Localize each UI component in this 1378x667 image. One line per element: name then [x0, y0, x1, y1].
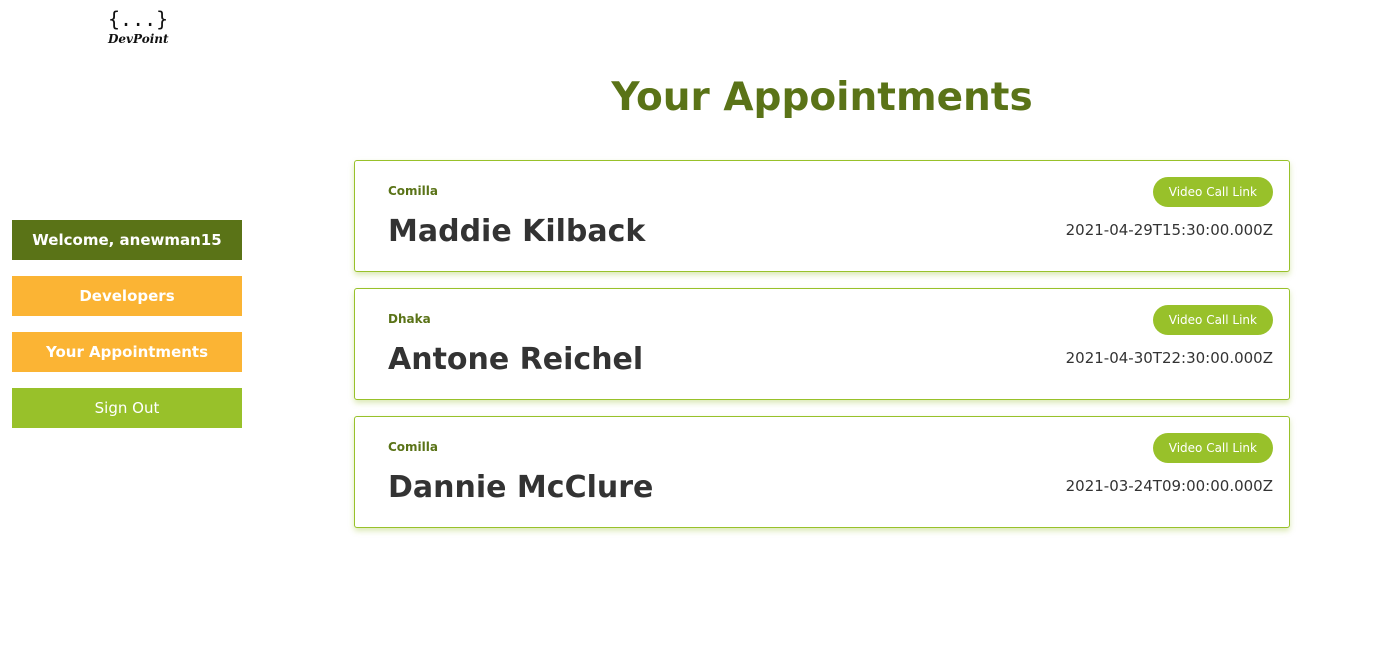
appointment-card: Comilla Maddie Kilback Video Call Link 2…	[354, 160, 1290, 272]
your-appointments-button[interactable]: Your Appointments	[12, 332, 242, 372]
appointments-list: Comilla Maddie Kilback Video Call Link 2…	[354, 160, 1290, 544]
sidebar: Welcome, anewman15 Developers Your Appoi…	[12, 220, 242, 444]
appointment-location: Comilla	[388, 440, 438, 454]
page: {...} DevPoint Welcome, anewman15 Develo…	[0, 0, 1378, 667]
appointment-datetime: 2021-04-30T22:30:00.000Z	[1065, 349, 1273, 367]
welcome-button[interactable]: Welcome, anewman15	[12, 220, 242, 260]
video-call-link-button[interactable]: Video Call Link	[1152, 433, 1273, 463]
appointment-datetime: 2021-04-29T15:30:00.000Z	[1065, 221, 1273, 239]
developer-name: Maddie Kilback	[388, 214, 646, 249]
page-title: Your Appointments	[611, 75, 1033, 120]
devpoint-logo[interactable]: {...} DevPoint	[108, 2, 169, 54]
logo-text: DevPoint	[108, 32, 169, 46]
developer-name: Dannie McClure	[388, 470, 654, 505]
video-call-link-button[interactable]: Video Call Link	[1152, 305, 1273, 335]
sign-out-button[interactable]: Sign Out	[12, 388, 242, 428]
appointment-datetime: 2021-03-24T09:00:00.000Z	[1065, 477, 1273, 495]
developers-button[interactable]: Developers	[12, 276, 242, 316]
appointment-location: Comilla	[388, 184, 438, 198]
logo-braces: {...}	[108, 7, 169, 31]
appointment-card: Comilla Dannie McClure Video Call Link 2…	[354, 416, 1290, 528]
appointment-location: Dhaka	[388, 312, 431, 326]
developer-name: Antone Reichel	[388, 342, 644, 377]
video-call-link-button[interactable]: Video Call Link	[1152, 177, 1273, 207]
appointment-card: Dhaka Antone Reichel Video Call Link 202…	[354, 288, 1290, 400]
